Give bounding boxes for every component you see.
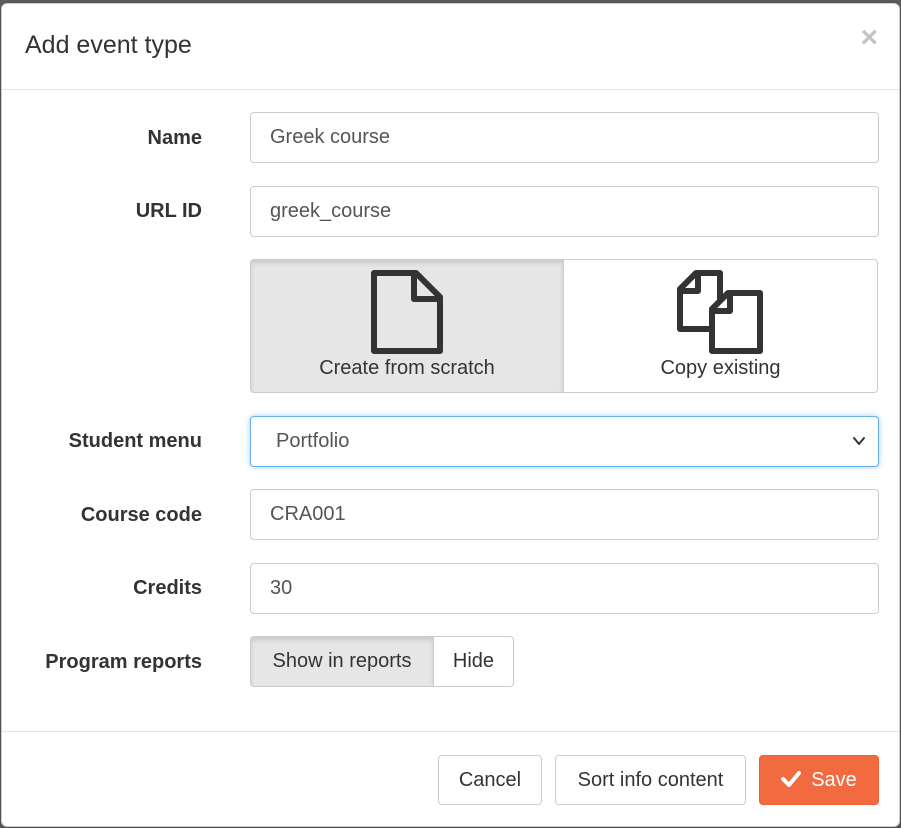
name-input[interactable]: Greek course bbox=[250, 112, 879, 163]
cancel-button[interactable]: Cancel bbox=[438, 755, 542, 805]
check-icon bbox=[781, 770, 802, 787]
add-event-type-dialog: Add event type × Name Greek course URL I… bbox=[1, 3, 900, 827]
file-icon bbox=[371, 270, 443, 354]
student-menu-value: Portfolio bbox=[276, 430, 350, 452]
url-id-input[interactable]: greek_course bbox=[250, 186, 879, 237]
sort-info-content-button[interactable]: Sort info content bbox=[555, 755, 746, 805]
student-menu-label: Student menu bbox=[68, 430, 202, 452]
student-menu-select[interactable]: Portfolio bbox=[250, 416, 879, 467]
show-in-reports-button[interactable]: Show in reports bbox=[250, 636, 434, 687]
copy-icon bbox=[676, 270, 763, 354]
credits-label: Credits bbox=[133, 577, 202, 599]
course-code-label: Course code bbox=[80, 504, 202, 526]
copy-existing-option[interactable]: Copy existing bbox=[564, 260, 877, 392]
program-reports-label: Program reports bbox=[45, 651, 202, 673]
close-icon[interactable]: × bbox=[860, 23, 878, 53]
chevron-down-icon bbox=[853, 437, 865, 445]
save-button[interactable]: Save bbox=[759, 755, 879, 805]
create-from-scratch-option[interactable]: Create from scratch bbox=[251, 260, 564, 392]
url-id-label: URL ID bbox=[135, 200, 202, 222]
copy-existing-label: Copy existing bbox=[660, 357, 781, 379]
save-label: Save bbox=[811, 769, 857, 791]
dialog-title: Add event type bbox=[25, 31, 192, 59]
name-label: Name bbox=[147, 127, 202, 149]
credits-input[interactable]: 30 bbox=[250, 563, 879, 614]
creation-mode-group: Create from scratch Copy existing bbox=[250, 259, 878, 393]
dialog-footer: Cancel Sort info content Save bbox=[2, 731, 899, 828]
course-code-input[interactable]: CRA001 bbox=[250, 489, 879, 540]
create-from-scratch-label: Create from scratch bbox=[319, 357, 495, 379]
hide-button[interactable]: Hide bbox=[433, 636, 514, 687]
dialog-header: Add event type × bbox=[2, 4, 899, 90]
